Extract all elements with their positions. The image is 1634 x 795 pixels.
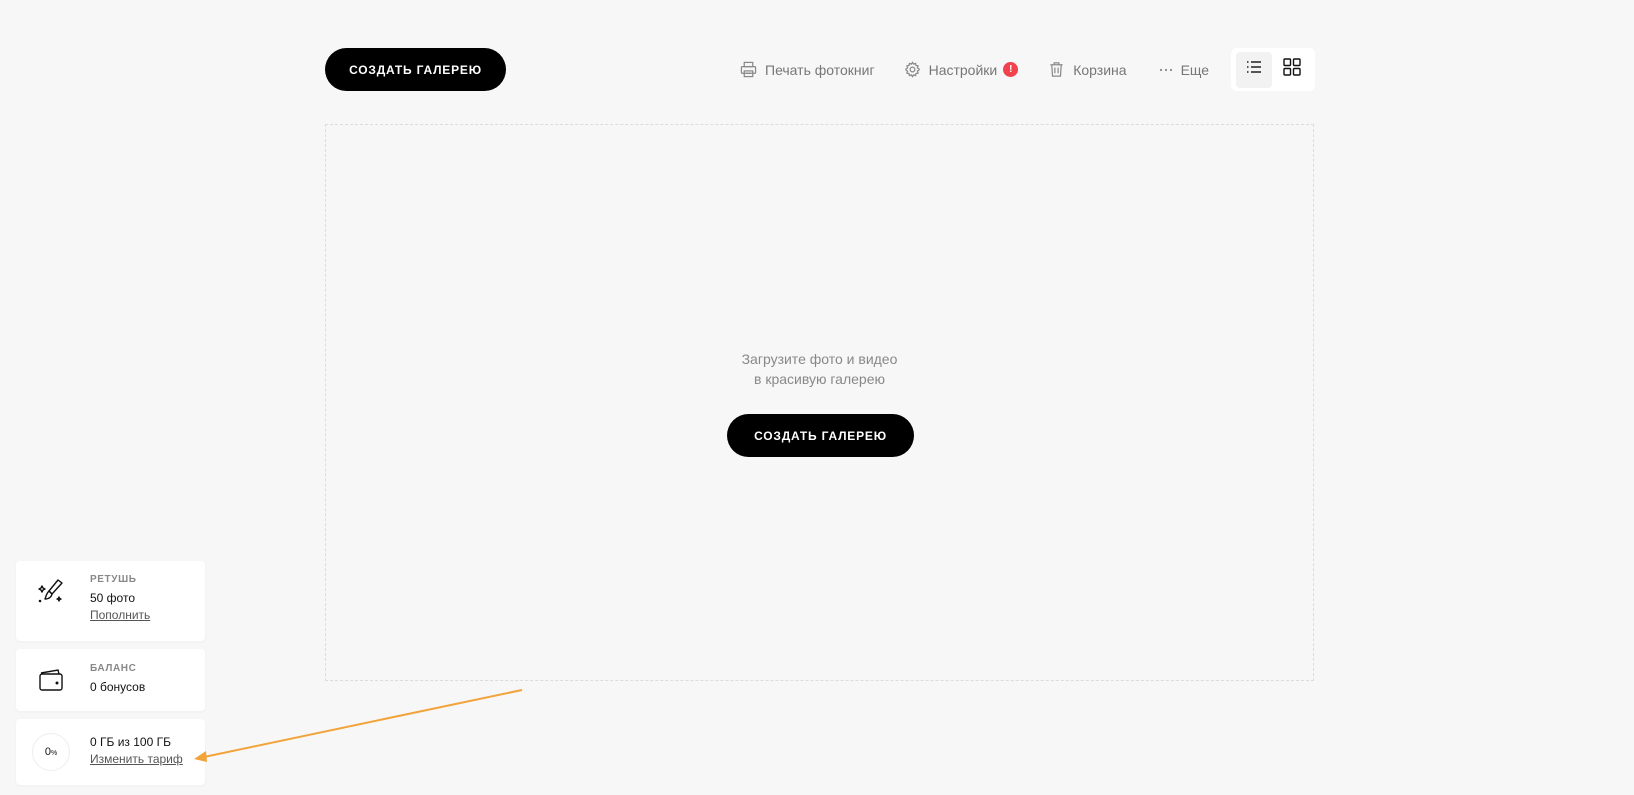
nav-print-photobooks[interactable]: Печать фотокниг [740, 61, 875, 78]
retouch-label: РЕТУШЬ [90, 574, 137, 585]
nav-settings-label: Настройки [928, 61, 998, 78]
storage-info: 0 ГБ из 100 ГБ Изменить тариф [90, 735, 183, 768]
nav-more[interactable]: Еще [1159, 61, 1210, 78]
create-gallery-button-top[interactable]: СОЗДАТЬ ГАЛЕРЕЮ [325, 48, 506, 91]
page: СОЗДАТЬ ГАЛЕРЕЮ Печать фотокниг Настройк… [0, 0, 1634, 795]
create-gallery-center-label: СОЗДАТЬ ГАЛЕРЕЮ [754, 428, 887, 443]
gallery-drop-area[interactable]: Загрузите фото и видео в красивую галере… [325, 124, 1314, 681]
retouch-card: РЕТУШЬ 50 фото Пополнить [16, 561, 205, 641]
storage-progress-circle: 0% [32, 733, 70, 771]
nav-settings[interactable]: Настройки ! [904, 61, 1019, 78]
retouch-topup-link[interactable]: Пополнить [90, 608, 150, 622]
top-nav: Печать фотокниг Настройки ! Корзина Еще [740, 48, 1209, 91]
balance-value: 0 бонусов [90, 680, 146, 694]
retouch-brush-icon [36, 577, 66, 607]
balance-card: БАЛАНС 0 бонусов [16, 649, 205, 711]
nav-print-label: Печать фотокниг [765, 61, 875, 78]
storage-percent-sign: % [50, 749, 58, 757]
empty-state-line1: Загрузите фото и видео [741, 351, 898, 367]
storage-value: 0 ГБ из 100 ГБ [90, 735, 171, 749]
gear-icon [904, 61, 921, 78]
nav-more-label: Еще [1180, 61, 1210, 78]
balance-info: БАЛАНС 0 бонусов [90, 663, 145, 694]
empty-state-text: Загрузите фото и видео в красивую галере… [326, 349, 1313, 389]
grid-view-button[interactable] [1274, 52, 1310, 88]
empty-state-line2: в красивую галерею [754, 371, 885, 387]
change-plan-link[interactable]: Изменить тариф [90, 752, 183, 766]
retouch-value: 50 фото [90, 591, 135, 605]
storage-card: 0% 0 ГБ из 100 ГБ Изменить тариф [16, 719, 205, 785]
printer-icon [740, 61, 757, 78]
nav-trash-label: Корзина [1073, 61, 1127, 78]
more-dots-icon [1159, 61, 1173, 78]
balance-label: БАЛАНС [90, 663, 137, 674]
create-gallery-button-center[interactable]: СОЗДАТЬ ГАЛЕРЕЮ [727, 414, 914, 457]
trash-icon [1048, 61, 1065, 78]
list-view-button[interactable] [1236, 51, 1272, 88]
view-toggle [1231, 48, 1315, 91]
grid-icon [1283, 58, 1301, 81]
create-gallery-button-label: СОЗДАТЬ ГАЛЕРЕЮ [349, 62, 482, 77]
wallet-icon [36, 665, 66, 695]
retouch-info: РЕТУШЬ 50 фото Пополнить [90, 574, 150, 624]
list-icon [1246, 60, 1262, 79]
nav-trash[interactable]: Корзина [1048, 61, 1127, 78]
settings-alert-badge: ! [1003, 62, 1019, 77]
